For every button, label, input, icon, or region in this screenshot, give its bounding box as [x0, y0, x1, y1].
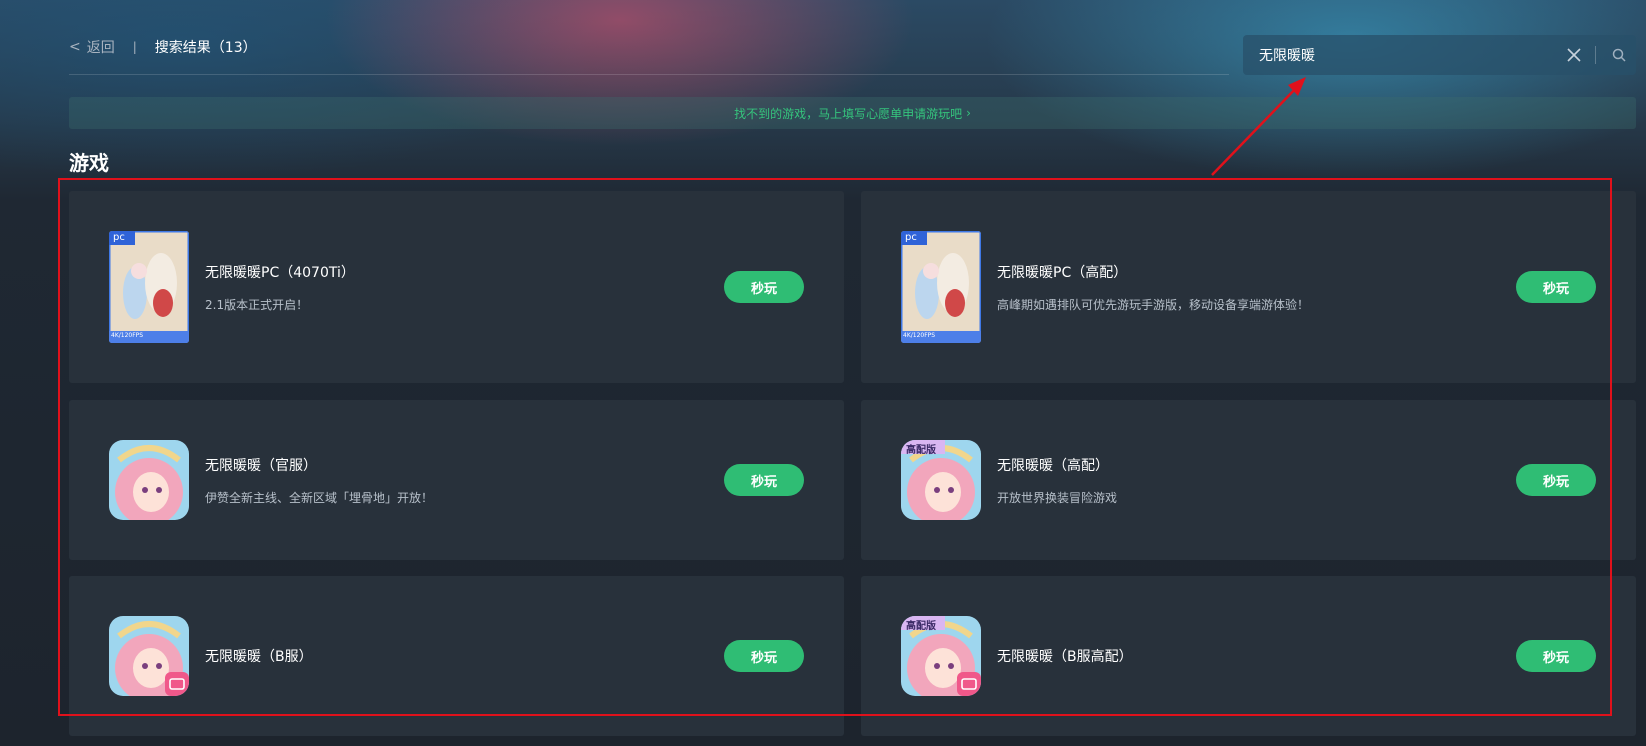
annotation-highlight-box [58, 178, 1612, 716]
back-label: 返回 [86, 40, 115, 56]
search-result-title: 搜索结果（13） [154, 40, 257, 56]
wishlist-text: 找不到的游戏，马上填写心愿单申请游玩吧 [734, 106, 963, 121]
section-title: 游戏 [69, 151, 109, 175]
chevron-right-icon: › [966, 106, 971, 120]
search-icon[interactable] [1602, 35, 1636, 75]
search-box [1243, 35, 1636, 75]
header-divider [69, 74, 1229, 75]
search-input[interactable] [1243, 36, 1559, 74]
top-nav: < 返回 | 搜索结果（13） [69, 30, 257, 64]
chevron-left-icon: < [69, 39, 81, 55]
back-button[interactable]: < 返回 [69, 37, 115, 57]
close-icon[interactable] [1559, 35, 1589, 75]
wishlist-banner[interactable]: 找不到的游戏，马上填写心愿单申请游玩吧 › [69, 97, 1636, 129]
search-divider [1595, 46, 1596, 64]
nav-separator: | [132, 40, 137, 54]
